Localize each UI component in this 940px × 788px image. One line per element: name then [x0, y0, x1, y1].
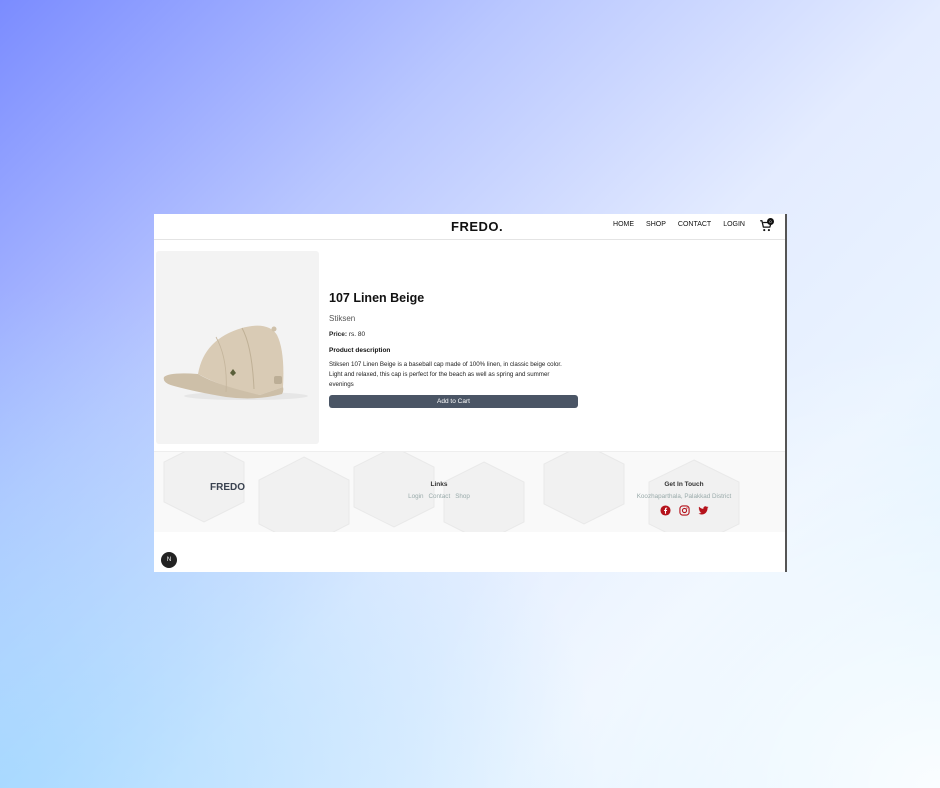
footer-link-contact[interactable]: Contact	[429, 493, 451, 500]
browser-window: FREDO. HOME SHOP CONTACT LOGIN 0 107 Lin…	[154, 214, 787, 572]
cart-count-badge: 0	[767, 218, 774, 225]
social-links	[624, 505, 744, 516]
links-heading: Links	[430, 481, 448, 488]
footer-link-login[interactable]: Login	[408, 493, 423, 500]
nav-shop[interactable]: SHOP	[646, 221, 666, 228]
product-description: Stiksen 107 Linen Beige is a baseball ca…	[329, 361, 562, 388]
top-navbar: FREDO. HOME SHOP CONTACT LOGIN 0	[154, 214, 785, 240]
footer-links-column: Links Login Contact Shop	[399, 481, 479, 500]
price-label: Price:	[329, 331, 348, 338]
nav-menu: HOME SHOP CONTACT LOGIN	[613, 221, 745, 228]
twitter-icon[interactable]	[697, 505, 709, 516]
footer-brand: FREDO	[210, 482, 245, 493]
cap-illustration	[163, 325, 308, 400]
product-info: 107 Linen Beige Stiksen Price: rs. 80 Pr…	[329, 291, 579, 408]
description-heading: Product description	[329, 347, 391, 354]
product-title: 107 Linen Beige	[329, 291, 425, 305]
footer: FREDO Links Login Contact Shop Get In To…	[154, 451, 785, 532]
brand-logo[interactable]: FREDO.	[451, 219, 503, 234]
footer-contact-column: Get In Touch Koozhaparthala, Palakkad Di…	[624, 481, 744, 516]
product-price: Price: rs. 80	[329, 331, 579, 338]
next-dev-badge[interactable]: N	[161, 552, 177, 568]
cart-button[interactable]: 0	[759, 218, 774, 233]
product-section: 107 Linen Beige Stiksen Price: rs. 80 Pr…	[154, 251, 785, 446]
product-image	[156, 251, 319, 444]
contact-address: Koozhaparthala, Palakkad District	[636, 493, 732, 500]
price-value: rs. 80	[348, 331, 366, 338]
add-to-cart-button[interactable]: Add to Cart	[329, 395, 578, 408]
footer-link-shop[interactable]: Shop	[455, 493, 470, 500]
facebook-icon[interactable]	[659, 505, 671, 516]
contact-heading: Get In Touch	[664, 481, 704, 488]
nav-contact[interactable]: CONTACT	[678, 221, 711, 228]
nav-login[interactable]: LOGIN	[723, 221, 745, 228]
nav-home[interactable]: HOME	[613, 221, 634, 228]
product-brand: Stiksen	[329, 314, 356, 323]
instagram-icon[interactable]	[678, 505, 690, 516]
